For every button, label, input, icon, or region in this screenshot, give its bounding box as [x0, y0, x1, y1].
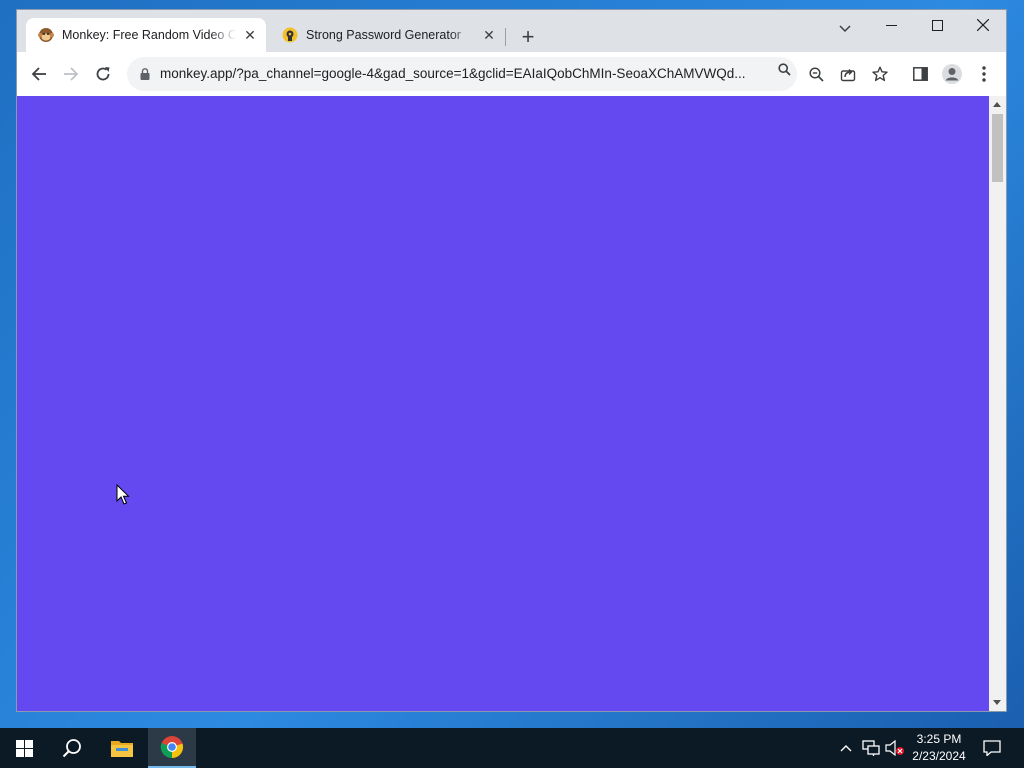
maximize-button[interactable] [914, 10, 960, 40]
reload-icon[interactable] [87, 58, 119, 90]
browser-window: Monkey: Free Random Video Chat ✕ Strong … [17, 10, 1006, 711]
tab-title: Strong Password Generator [306, 28, 461, 42]
search-icon[interactable] [773, 58, 795, 80]
lock-icon[interactable] [137, 66, 153, 82]
profile-icon[interactable] [938, 60, 966, 88]
notification-icon[interactable] [978, 728, 1006, 768]
chrome-icon[interactable] [148, 728, 196, 768]
file-explorer-icon[interactable] [98, 728, 146, 768]
tab-strip: Monkey: Free Random Video Chat ✕ Strong … [17, 10, 1006, 52]
volume-muted-icon[interactable] [884, 728, 906, 768]
address-bar[interactable]: monkey.app/?pa_channel=google-4&gad_sour… [127, 57, 797, 91]
scroll-down-arrow[interactable] [993, 700, 1001, 705]
new-tab-button[interactable]: + [515, 24, 541, 50]
scroll-up-arrow[interactable] [993, 102, 1001, 107]
browser-toolbar: monkey.app/?pa_channel=google-4&gad_sour… [17, 52, 1006, 97]
clock-date: 2/23/2024 [912, 749, 966, 763]
share-icon[interactable] [834, 60, 862, 88]
windows-start-icon[interactable] [0, 728, 48, 768]
clock-time: 3:25 PM [916, 732, 962, 746]
monkey-emoji-icon [38, 27, 54, 43]
search-icon[interactable] [48, 728, 96, 768]
password-site-icon [282, 27, 298, 43]
chevron-up-icon[interactable] [836, 728, 856, 768]
close-window-button[interactable] [960, 10, 1006, 40]
back-icon[interactable] [23, 58, 55, 90]
network-icon[interactable] [860, 728, 882, 768]
tab-close-icon[interactable]: ✕ [242, 27, 258, 43]
tab-title: Monkey: Free Random Video Chat [62, 28, 236, 42]
minimize-button[interactable] [868, 10, 914, 40]
url-text[interactable]: monkey.app/?pa_channel=google-4&gad_sour… [160, 57, 785, 91]
taskbar: 3:25 PM 2/23/2024 [0, 728, 1024, 768]
menu-icon[interactable] [970, 60, 998, 88]
side-panel-icon[interactable] [906, 60, 934, 88]
tab-close-icon[interactable]: ✕ [481, 27, 497, 43]
scrollbar-thumb[interactable] [992, 114, 1003, 182]
mouse-cursor-icon [116, 484, 130, 505]
tab-monkey[interactable]: Monkey: Free Random Video Chat ✕ [26, 18, 266, 52]
page-content[interactable] [17, 96, 989, 711]
forward-icon[interactable] [55, 58, 87, 90]
tab-search-icon[interactable] [832, 16, 858, 42]
vertical-scrollbar[interactable] [989, 96, 1006, 711]
system-clock[interactable]: 3:25 PM 2/23/2024 [905, 730, 973, 766]
bookmark-star-icon[interactable] [866, 60, 894, 88]
zoom-icon[interactable] [802, 60, 830, 88]
tab-password-generator[interactable]: Strong Password Generator ✕ [270, 18, 505, 52]
tab-separator [505, 28, 506, 46]
